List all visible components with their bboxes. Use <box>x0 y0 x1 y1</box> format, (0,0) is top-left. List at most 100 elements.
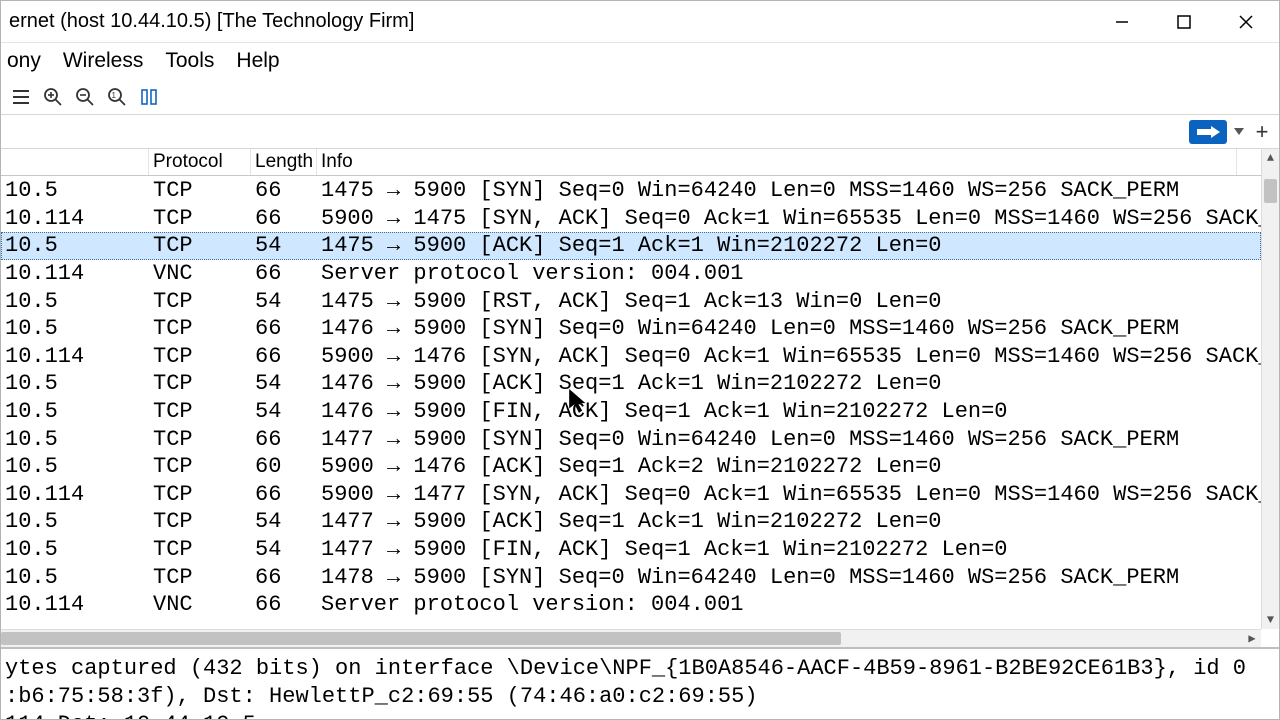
scroll-up-icon[interactable]: ▲ <box>1262 149 1279 167</box>
table-row[interactable]: 10.5TCP605900 → 1476 [ACK] Seq=1 Ack=2 W… <box>1 453 1261 481</box>
detail-line: :b6:75:58:3f), Dst: HewlettP_c2:69:55 (7… <box>5 683 1275 711</box>
cell-len: 60 <box>251 454 317 479</box>
filter-dropdown[interactable] <box>1231 120 1247 144</box>
table-row[interactable]: 10.114TCP665900 → 1477 [SYN, ACK] Seq=0 … <box>1 481 1261 509</box>
table-row[interactable]: 10.114TCP665900 → 1475 [SYN, ACK] Seq=0 … <box>1 205 1261 233</box>
cell-proto: TCP <box>149 482 251 507</box>
table-row[interactable]: 10.5TCP541475 → 5900 [ACK] Seq=1 Ack=1 W… <box>1 232 1261 260</box>
cell-proto: TCP <box>149 565 251 590</box>
cell-len: 54 <box>251 537 317 562</box>
cell-dest: 10.5 <box>1 454 149 479</box>
list-button[interactable] <box>7 83 35 111</box>
zoom-fit-button[interactable]: 1 <box>103 83 131 111</box>
zoom-fit-icon: 1 <box>107 87 127 107</box>
cell-dest: 10.5 <box>1 233 149 258</box>
scroll-right-icon[interactable]: ▶ <box>1243 630 1261 647</box>
table-row[interactable]: 10.5TCP661475 → 5900 [SYN] Seq=0 Win=642… <box>1 177 1261 205</box>
cell-proto: TCP <box>149 371 251 396</box>
menu-bar: ony Wireless Tools Help <box>1 43 1279 79</box>
cell-dest: 10.5 <box>1 289 149 314</box>
cell-proto: TCP <box>149 206 251 231</box>
chevron-down-icon <box>1234 128 1244 136</box>
menu-help[interactable]: Help <box>236 49 279 73</box>
cell-len: 54 <box>251 399 317 424</box>
cell-info: 1476 → 5900 [FIN, ACK] Seq=1 Ack=1 Win=2… <box>317 399 1237 424</box>
table-row[interactable]: 10.5TCP541475 → 5900 [RST, ACK] Seq=1 Ac… <box>1 287 1261 315</box>
packet-table[interactable]: Protocol Length Info 10.5TCP661475 → 590… <box>1 149 1279 647</box>
cell-proto: TCP <box>149 427 251 452</box>
detail-line: 114 Dst: 10.44.10.5 <box>5 711 1275 719</box>
table-row[interactable]: 10.5TCP541476 → 5900 [ACK] Seq=1 Ack=1 W… <box>1 370 1261 398</box>
cell-dest: 10.114 <box>1 592 149 617</box>
cell-dest: 10.114 <box>1 482 149 507</box>
close-button[interactable] <box>1227 4 1265 40</box>
col-header-protocol[interactable]: Protocol <box>149 149 251 175</box>
cell-info: 5900 → 1475 [SYN, ACK] Seq=0 Ack=1 Win=6… <box>317 206 1237 231</box>
cell-info: 1477 → 5900 [SYN] Seq=0 Win=64240 Len=0 … <box>317 427 1237 452</box>
cell-len: 66 <box>251 316 317 341</box>
zoom-out-button[interactable] <box>71 83 99 111</box>
zoom-in-button[interactable] <box>39 83 67 111</box>
cell-proto: TCP <box>149 454 251 479</box>
cell-proto: TCP <box>149 178 251 203</box>
resize-columns-button[interactable] <box>135 83 163 111</box>
cell-len: 66 <box>251 178 317 203</box>
vertical-scrollbar[interactable]: ▲ ▼ <box>1261 149 1279 629</box>
filter-add-button[interactable]: + <box>1251 120 1273 144</box>
cell-proto: VNC <box>149 592 251 617</box>
table-row[interactable]: 10.5TCP541476 → 5900 [FIN, ACK] Seq=1 Ac… <box>1 398 1261 426</box>
zoom-out-icon <box>75 87 95 107</box>
table-row[interactable]: 10.5TCP541477 → 5900 [ACK] Seq=1 Ack=1 W… <box>1 508 1261 536</box>
menu-wireless[interactable]: Wireless <box>63 49 144 73</box>
cell-len: 54 <box>251 371 317 396</box>
table-header: Protocol Length Info <box>1 149 1279 176</box>
cell-len: 66 <box>251 427 317 452</box>
packet-details-pane[interactable]: ytes captured (432 bits) on interface \D… <box>1 647 1279 719</box>
columns-icon <box>139 87 159 107</box>
minimize-button[interactable] <box>1103 4 1141 40</box>
cell-info: 5900 → 1476 [SYN, ACK] Seq=0 Ack=1 Win=6… <box>317 344 1237 369</box>
cell-proto: TCP <box>149 233 251 258</box>
filter-apply-button[interactable] <box>1189 120 1227 144</box>
cell-proto: TCP <box>149 537 251 562</box>
table-row[interactable]: 10.114VNC66Server protocol version: 004.… <box>1 260 1261 288</box>
zoom-in-icon <box>43 87 63 107</box>
cell-info: 1476 → 5900 [ACK] Seq=1 Ack=1 Win=210227… <box>317 371 1237 396</box>
cell-dest: 10.114 <box>1 344 149 369</box>
title-bar: ernet (host 10.44.10.5) [The Technology … <box>1 1 1279 43</box>
col-header-info[interactable]: Info <box>317 149 1237 175</box>
cell-dest: 10.114 <box>1 261 149 286</box>
cell-len: 66 <box>251 344 317 369</box>
col-header-length[interactable]: Length <box>251 149 317 175</box>
cell-dest: 10.5 <box>1 565 149 590</box>
window-title: ernet (host 10.44.10.5) [The Technology … <box>7 10 414 33</box>
horizontal-scrollbar[interactable]: ▶ <box>1 629 1261 647</box>
table-row[interactable]: 10.114TCP665900 → 1476 [SYN, ACK] Seq=0 … <box>1 343 1261 371</box>
cell-dest: 10.5 <box>1 399 149 424</box>
menu-telephony[interactable]: ony <box>7 49 41 73</box>
table-row[interactable]: 10.5TCP661478 → 5900 [SYN] Seq=0 Win=642… <box>1 563 1261 591</box>
scroll-down-icon[interactable]: ▼ <box>1262 611 1279 629</box>
packet-list-pane: Protocol Length Info 10.5TCP661475 → 590… <box>1 149 1279 719</box>
cell-info: 1477 → 5900 [ACK] Seq=1 Ack=1 Win=210227… <box>317 509 1237 534</box>
hscroll-thumb[interactable] <box>1 632 841 645</box>
cell-dest: 10.5 <box>1 316 149 341</box>
cell-proto: TCP <box>149 344 251 369</box>
cell-info: 1478 → 5900 [SYN] Seq=0 Win=64240 Len=0 … <box>317 565 1237 590</box>
cell-proto: VNC <box>149 261 251 286</box>
table-row[interactable]: 10.5TCP541477 → 5900 [FIN, ACK] Seq=1 Ac… <box>1 536 1261 564</box>
scroll-thumb[interactable] <box>1264 179 1277 203</box>
table-row[interactable]: 10.114VNC66Server protocol version: 004.… <box>1 591 1261 619</box>
cell-proto: TCP <box>149 316 251 341</box>
maximize-icon <box>1176 14 1192 30</box>
cell-len: 66 <box>251 206 317 231</box>
table-row[interactable]: 10.5TCP661476 → 5900 [SYN] Seq=0 Win=642… <box>1 315 1261 343</box>
menu-tools[interactable]: Tools <box>165 49 214 73</box>
cell-dest: 10.5 <box>1 178 149 203</box>
close-icon <box>1238 14 1254 30</box>
col-header-dest[interactable] <box>1 149 149 175</box>
table-row[interactable]: 10.5TCP661477 → 5900 [SYN] Seq=0 Win=642… <box>1 425 1261 453</box>
cell-len: 54 <box>251 509 317 534</box>
maximize-button[interactable] <box>1165 4 1203 40</box>
cell-info: 1477 → 5900 [FIN, ACK] Seq=1 Ack=1 Win=2… <box>317 537 1237 562</box>
